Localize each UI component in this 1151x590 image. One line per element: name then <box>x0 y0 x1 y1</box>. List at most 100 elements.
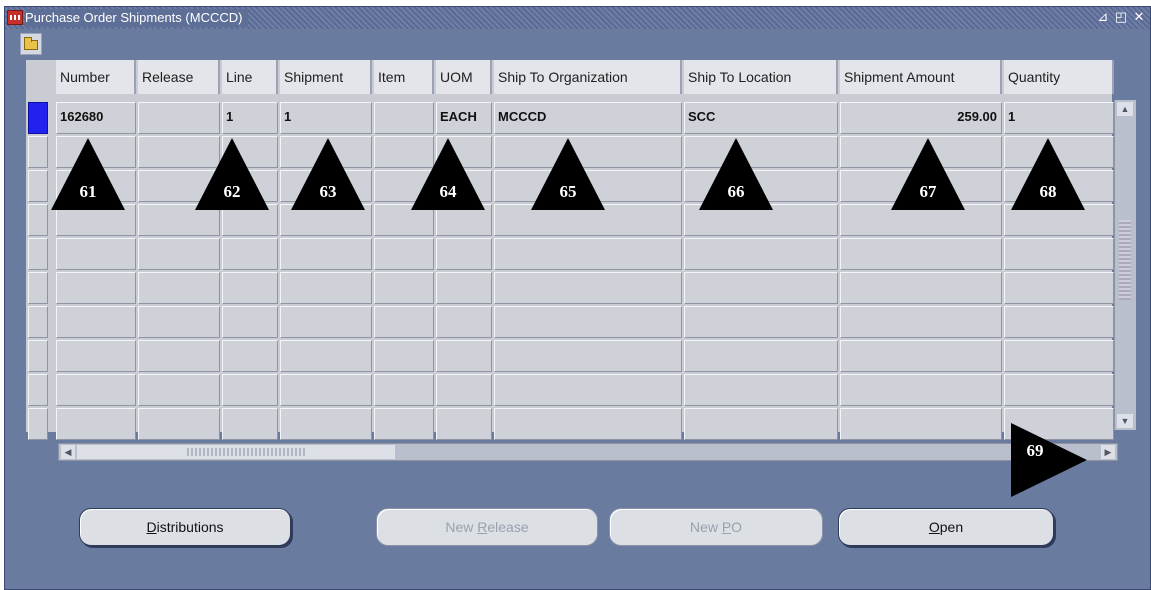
table-cell[interactable] <box>494 272 682 304</box>
table-cell[interactable] <box>840 408 1002 440</box>
table-cell[interactable] <box>840 340 1002 372</box>
row-selector[interactable] <box>28 170 48 202</box>
minimize-icon[interactable]: ⊿ <box>1096 9 1110 25</box>
table-cell[interactable]: 1 <box>1004 102 1114 134</box>
table-cell[interactable] <box>138 340 220 372</box>
table-cell[interactable] <box>436 408 492 440</box>
table-cell[interactable] <box>222 408 278 440</box>
table-cell[interactable] <box>494 408 682 440</box>
table-cell[interactable] <box>222 272 278 304</box>
table-cell[interactable] <box>840 374 1002 406</box>
row-selector[interactable] <box>28 374 48 406</box>
table-cell[interactable] <box>138 238 220 270</box>
table-cell[interactable] <box>374 272 434 304</box>
row-selector[interactable] <box>28 408 48 440</box>
table-cell[interactable] <box>494 238 682 270</box>
table-cell[interactable] <box>280 374 372 406</box>
distributions-button[interactable]: Distributions <box>79 508 291 546</box>
column-header[interactable]: Shipment <box>280 60 372 94</box>
table-cell[interactable] <box>1004 272 1114 304</box>
table-cell[interactable] <box>840 272 1002 304</box>
column-header[interactable]: Quantity <box>1004 60 1114 94</box>
table-cell[interactable] <box>436 374 492 406</box>
table-cell[interactable] <box>138 272 220 304</box>
row-selector[interactable] <box>28 272 48 304</box>
table-cell[interactable] <box>494 306 682 338</box>
row-selector[interactable] <box>28 306 48 338</box>
row-selector[interactable] <box>28 238 48 270</box>
scroll-grip[interactable] <box>1119 220 1131 300</box>
table-cell[interactable] <box>56 374 136 406</box>
column-header[interactable]: Number <box>56 60 136 94</box>
table-cell[interactable] <box>840 238 1002 270</box>
table-cell[interactable] <box>138 408 220 440</box>
table-cell[interactable] <box>280 306 372 338</box>
table-cell[interactable] <box>684 374 838 406</box>
table-cell[interactable] <box>684 306 838 338</box>
table-cell[interactable] <box>56 408 136 440</box>
table-cell[interactable] <box>684 272 838 304</box>
table-cell[interactable] <box>138 102 220 134</box>
table-cell[interactable]: 259.00 <box>840 102 1002 134</box>
table-cell[interactable] <box>56 340 136 372</box>
open-button[interactable]: Open <box>838 508 1054 546</box>
table-cell[interactable] <box>56 238 136 270</box>
table-cell[interactable] <box>374 306 434 338</box>
table-cell[interactable] <box>494 374 682 406</box>
table-cell[interactable] <box>436 238 492 270</box>
table-cell[interactable]: EACH <box>436 102 492 134</box>
horizontal-scrollbar[interactable]: ◀ ▶ <box>58 443 1118 461</box>
table-cell[interactable] <box>280 238 372 270</box>
table-cell[interactable] <box>280 408 372 440</box>
table-cell[interactable] <box>684 340 838 372</box>
table-cell[interactable] <box>374 374 434 406</box>
table-cell[interactable]: 162680 <box>56 102 136 134</box>
new-po-button[interactable]: New PO <box>609 508 823 546</box>
column-header[interactable]: Shipment Amount <box>840 60 1002 94</box>
table-cell[interactable] <box>840 306 1002 338</box>
column-header[interactable]: Ship To Organization <box>494 60 682 94</box>
table-cell[interactable] <box>374 340 434 372</box>
table-cell[interactable] <box>1004 374 1114 406</box>
table-cell[interactable] <box>1004 306 1114 338</box>
table-cell[interactable] <box>374 102 434 134</box>
scroll-down-icon[interactable]: ▼ <box>1117 414 1133 428</box>
table-cell[interactable]: MCCCD <box>494 102 682 134</box>
horizontal-scroll-thumb[interactable] <box>77 445 395 459</box>
table-cell[interactable]: 1 <box>280 102 372 134</box>
table-cell[interactable] <box>374 408 434 440</box>
row-selector[interactable] <box>28 102 48 134</box>
column-header[interactable]: Item <box>374 60 434 94</box>
table-cell[interactable] <box>1004 238 1114 270</box>
table-cell[interactable] <box>684 408 838 440</box>
new-release-button[interactable]: New Release <box>376 508 598 546</box>
table-cell[interactable] <box>280 272 372 304</box>
scroll-left-icon[interactable]: ◀ <box>61 445 75 459</box>
column-header[interactable]: Release <box>138 60 220 94</box>
table-cell[interactable] <box>374 238 434 270</box>
table-cell[interactable]: SCC <box>684 102 838 134</box>
row-selector[interactable] <box>28 204 48 236</box>
table-cell[interactable] <box>222 340 278 372</box>
table-cell[interactable] <box>222 238 278 270</box>
row-selector[interactable] <box>28 136 48 168</box>
maximize-icon[interactable]: ◰ <box>1114 9 1128 25</box>
scroll-right-icon[interactable]: ▶ <box>1101 445 1115 459</box>
column-header[interactable]: Ship To Location <box>684 60 838 94</box>
table-cell[interactable] <box>56 272 136 304</box>
close-icon[interactable]: ✕ <box>1132 9 1146 25</box>
column-header[interactable]: UOM <box>436 60 492 94</box>
vertical-scrollbar[interactable]: ▲ ▼ <box>1114 100 1136 430</box>
table-cell[interactable] <box>138 306 220 338</box>
table-cell[interactable]: 1 <box>222 102 278 134</box>
column-header[interactable]: Line <box>222 60 278 94</box>
table-cell[interactable] <box>1004 340 1114 372</box>
table-cell[interactable] <box>436 306 492 338</box>
table-cell[interactable] <box>56 306 136 338</box>
table-cell[interactable] <box>222 306 278 338</box>
table-cell[interactable] <box>436 340 492 372</box>
open-folder-button[interactable] <box>20 33 42 55</box>
row-selector[interactable] <box>28 340 48 372</box>
title-bar[interactable]: Purchase Order Shipments (MCCCD) ⊿ ◰ ✕ <box>5 7 1150 29</box>
scroll-up-icon[interactable]: ▲ <box>1117 102 1133 116</box>
